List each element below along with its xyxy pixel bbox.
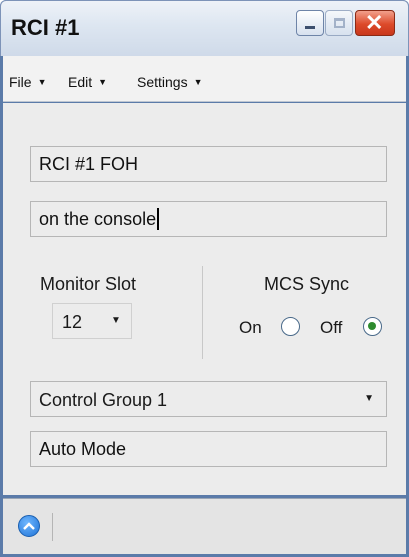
location-field-value: on the console <box>39 208 157 229</box>
menu-settings[interactable]: Settings ▼ <box>137 74 203 90</box>
radio-selected-dot <box>368 322 376 330</box>
caret-down-icon: ▼ <box>98 77 108 87</box>
main-panel: RCI #1 FOH on the console Monitor Slot 1… <box>3 103 406 495</box>
close-button[interactable]: ✕ <box>355 10 395 36</box>
minimize-icon <box>305 26 315 29</box>
status-bar <box>3 498 406 554</box>
mcs-sync-off-radio[interactable] <box>363 317 382 336</box>
maximize-button[interactable] <box>325 10 353 36</box>
menu-edit-label: Edit <box>68 74 93 90</box>
mcs-sync-on-label: On <box>239 318 262 337</box>
minimize-button[interactable] <box>296 10 324 36</box>
caret-down-icon: ▼ <box>193 77 203 87</box>
app-window: RCI #1 ✕ File ▼ Edit ▼ Settings ▼ RCI #1 FO… <box>0 0 409 557</box>
mcs-sync-label: MCS Sync <box>264 274 350 294</box>
status-separator <box>52 513 53 541</box>
menu-edit[interactable]: Edit ▼ <box>68 74 107 90</box>
name-field[interactable]: RCI #1 FOH <box>30 146 387 182</box>
monitor-slot-label: Monitor Slot <box>40 274 137 294</box>
mcs-sync-on-radio[interactable] <box>281 317 300 336</box>
title-bar[interactable]: RCI #1 ✕ <box>0 0 409 56</box>
menu-bar: File ▼ Edit ▼ Settings ▼ <box>3 56 406 102</box>
mode-field-value: Auto Mode <box>39 438 127 459</box>
name-field-value: RCI #1 FOH <box>39 153 139 174</box>
mode-field: Auto Mode <box>30 431 387 467</box>
caret-down-icon: ▼ <box>364 393 374 404</box>
monitor-slot-value: 12 <box>62 312 83 332</box>
text-cursor <box>157 208 160 230</box>
monitor-slot-select[interactable]: 12 ▼ <box>52 303 132 339</box>
mcs-sync-off-label: Off <box>320 318 343 337</box>
vertical-divider <box>202 266 203 359</box>
window-title: RCI #1 <box>11 15 80 40</box>
menu-settings-label: Settings <box>137 74 188 90</box>
expand-button[interactable] <box>18 515 40 537</box>
caret-down-icon: ▼ <box>111 315 121 326</box>
location-field[interactable]: on the console <box>30 201 387 237</box>
menu-file-label: File <box>9 74 32 90</box>
caret-down-icon: ▼ <box>37 77 47 87</box>
maximize-icon <box>334 18 345 28</box>
chevron-up-icon <box>23 522 35 530</box>
control-group-value: Control Group 1 <box>39 390 168 410</box>
control-group-select[interactable]: Control Group 1 ▼ <box>30 381 387 417</box>
close-icon: ✕ <box>365 10 384 35</box>
menu-file[interactable]: File ▼ <box>9 74 46 90</box>
